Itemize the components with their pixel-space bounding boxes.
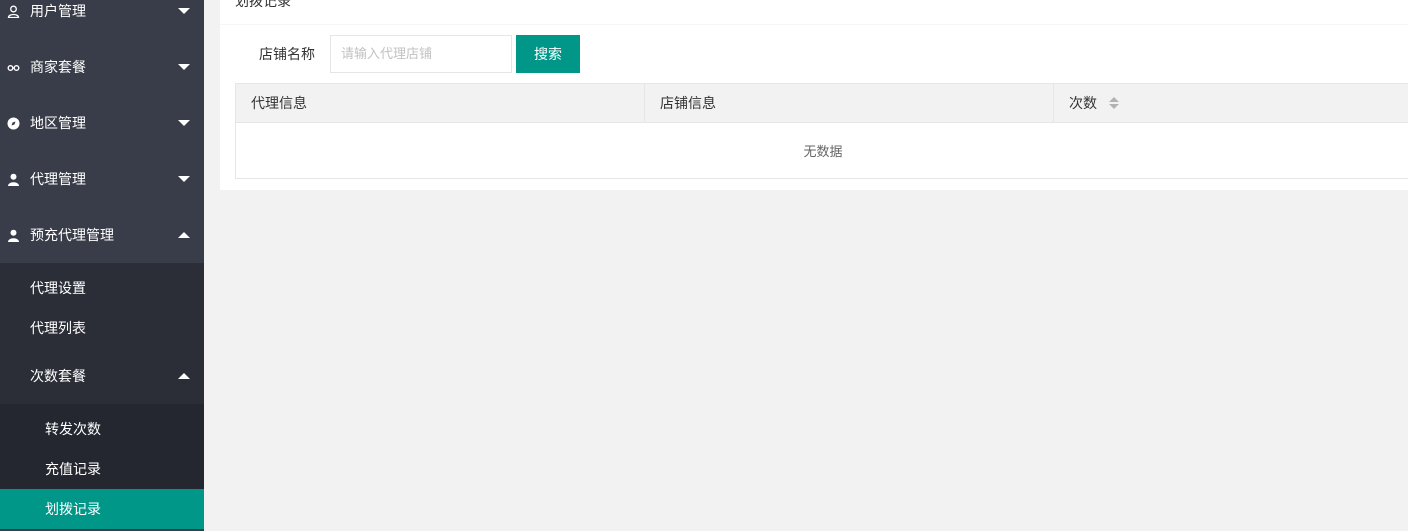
chevron-down-icon [178, 64, 190, 70]
main-card: 划拨记录 店铺名称 搜索 代理信息 店铺信息 次数 无数据 [220, 0, 1408, 190]
sidebar-subsubnav: 转发次数 充值记录 划拨记录 [0, 404, 204, 529]
sidebar-group-user-management[interactable]: 用户管理 [0, 0, 204, 39]
chevron-down-icon [178, 176, 190, 182]
sidebar-item-label: 转发次数 [45, 422, 101, 438]
sidebar-group-label: 预充代理管理 [30, 228, 114, 244]
records-table: 代理信息 店铺信息 次数 无数据 [235, 83, 1408, 179]
link-icon [6, 60, 20, 74]
table-header: 代理信息 店铺信息 次数 [236, 84, 1408, 123]
sidebar-item-agent-list[interactable]: 代理列表 [0, 308, 204, 348]
sidebar-item-label: 充值记录 [45, 462, 101, 478]
column-header-count[interactable]: 次数 [1054, 84, 1408, 122]
search-label: 店铺名称 [259, 47, 315, 63]
sidebar-group-prepaid-agent-management[interactable]: 预充代理管理 [0, 207, 204, 263]
sidebar-item-label: 代理列表 [30, 321, 86, 337]
sidebar-group-merchant-package[interactable]: 商家套餐 [0, 39, 204, 95]
sidebar-item-label: 划拨记录 [45, 502, 101, 518]
sidebar-subnav: 代理设置 代理列表 次数套餐 转发次数 充值记录 划拨记录 [0, 263, 204, 529]
column-header-label: 代理信息 [251, 96, 307, 112]
sidebar-group-label: 地区管理 [30, 116, 86, 132]
column-header-agent-info: 代理信息 [236, 84, 645, 122]
sidebar-group-label: 商家套餐 [30, 60, 86, 76]
search-form: 店铺名称 搜索 [220, 35, 580, 73]
chevron-up-icon [178, 373, 190, 379]
column-header-label: 店铺信息 [660, 96, 716, 112]
sidebar: 用户管理 商家套餐 地区管理 代理管理 预充代理管理 代理设置 代理列表 次数套… [0, 0, 204, 531]
user-icon [6, 228, 20, 242]
user-outline-icon [6, 4, 20, 18]
chevron-down-icon [178, 8, 190, 14]
sidebar-group-label: 代理管理 [30, 172, 86, 188]
sidebar-group-agent-management[interactable]: 代理管理 [0, 151, 204, 207]
column-header-label: 次数 [1069, 96, 1097, 112]
sidebar-item-label: 代理设置 [30, 281, 86, 297]
page-title: 划拨记录 [235, 0, 291, 10]
user-icon [6, 172, 20, 186]
sidebar-item-agent-settings[interactable]: 代理设置 [0, 268, 204, 308]
chevron-up-icon [178, 232, 190, 238]
search-input[interactable] [330, 35, 512, 73]
sidebar-item-recharge-records[interactable]: 充值记录 [0, 449, 204, 489]
sidebar-subgroup-label: 次数套餐 [30, 369, 86, 385]
sort-icon[interactable] [1109, 97, 1119, 109]
sidebar-group-label: 用户管理 [30, 4, 86, 20]
chevron-down-icon [178, 120, 190, 126]
sidebar-item-forward-count[interactable]: 转发次数 [0, 409, 204, 449]
sidebar-group-region-management[interactable]: 地区管理 [0, 95, 204, 151]
compass-icon [6, 116, 20, 130]
search-button[interactable]: 搜索 [516, 35, 580, 73]
empty-state: 无数据 [803, 145, 843, 160]
card-header: 划拨记录 [220, 0, 1408, 25]
column-header-shop-info: 店铺信息 [645, 84, 1054, 122]
sidebar-item-allocation-records[interactable]: 划拨记录 [0, 489, 204, 529]
sidebar-subgroup-count-package[interactable]: 次数套餐 [0, 348, 204, 404]
